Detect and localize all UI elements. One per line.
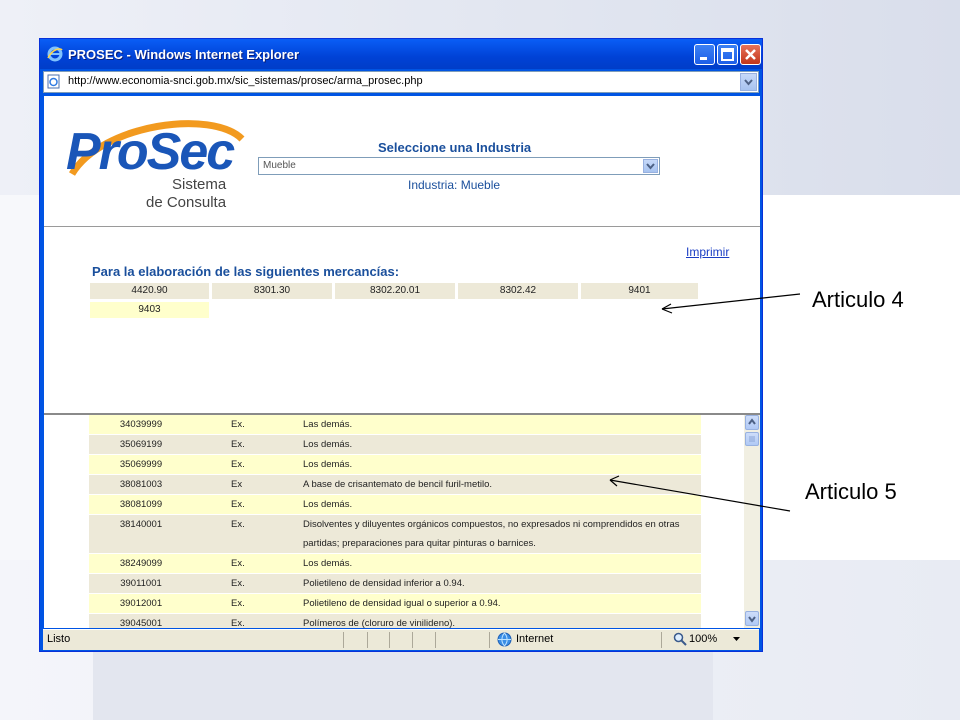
industry-select-value: Mueble <box>263 160 296 171</box>
close-button[interactable] <box>740 44 761 65</box>
title-bar[interactable]: PROSEC - Windows Internet Explorer <box>40 39 762 69</box>
row-code: 39011001 <box>120 578 162 589</box>
annotation-articulo-4: Articulo 4 <box>812 287 904 312</box>
row-code: 38140001 <box>119 519 163 530</box>
vertical-scrollbar[interactable] <box>744 415 760 628</box>
merchandise-code: 9403 <box>90 302 209 318</box>
address-bar[interactable]: http://www.economia-snci.gob.mx/sic_sist… <box>43 71 759 93</box>
row-ex: Ex. <box>231 439 245 450</box>
minimize-button[interactable] <box>694 44 715 65</box>
row-description: Disolventes y diluyentes orgánicos compu… <box>303 519 680 549</box>
row-ex: Ex. <box>231 558 245 569</box>
table-row: 39045001 Ex. Polímeros de (cloruro de vi… <box>89 614 701 628</box>
page-icon <box>47 74 61 89</box>
row-code: 34039999 <box>119 419 163 430</box>
table-row: 39011001 Ex. Polietileno de densidad inf… <box>89 574 701 593</box>
row-description: Los demás. <box>303 439 353 450</box>
row-ex: Ex. <box>231 419 245 430</box>
merchandise-code: 4420.90 <box>90 283 209 299</box>
internet-explorer-icon <box>47 46 63 62</box>
merchandise-heading: Para la elaboración de las siguientes me… <box>92 264 400 279</box>
table-row: 38081099 Ex. Los demás. <box>89 495 701 514</box>
table-row: 35069199 Ex. Los demás. <box>89 435 701 454</box>
row-code: 38249099 <box>119 558 163 569</box>
status-bar: Listo Internet 100% <box>43 629 759 650</box>
row-description: A base de crisantemato de bencil furil-m… <box>303 479 493 490</box>
globe-icon <box>497 632 512 647</box>
slide-background-left <box>0 195 39 560</box>
row-code: 39045001 <box>119 618 163 628</box>
scroll-thumb[interactable] <box>745 432 759 446</box>
annotation-articulo-5: Articulo 5 <box>805 479 897 504</box>
table-row: 39012001 Ex. Polietileno de densidad igu… <box>89 594 701 613</box>
industry-select-heading: Seleccione una Industria <box>378 140 532 155</box>
status-divider <box>489 632 490 648</box>
merchandise-code: 8302.42 <box>458 283 578 299</box>
industry-select[interactable]: Mueble <box>258 157 660 175</box>
row-ex: Ex <box>231 479 243 490</box>
table-row: 35069999 Ex. Los demás. <box>89 455 701 474</box>
chevron-down-icon[interactable] <box>643 159 658 173</box>
row-description: Polímeros de (cloruro de vinilideno). <box>303 618 456 628</box>
row-description: Los demás. <box>303 558 353 569</box>
logo-subtitle-2: de Consulta <box>146 194 227 211</box>
status-divider <box>343 632 344 648</box>
print-link[interactable]: Imprimir <box>686 245 729 259</box>
status-text: Listo <box>47 633 71 645</box>
table-row: 38140001 Ex. Disolventes y diluyentes or… <box>89 515 701 553</box>
status-divider <box>661 632 662 648</box>
zoom-level[interactable]: 100% <box>689 633 717 645</box>
zoom-icon <box>673 632 687 646</box>
merchandise-code: 9401 <box>581 283 698 299</box>
status-divider <box>435 632 436 648</box>
row-ex: Ex. <box>231 499 245 510</box>
merchandise-code: 8302.20.01 <box>335 283 455 299</box>
slide-decor-square <box>93 652 713 720</box>
address-url[interactable]: http://www.economia-snci.gob.mx/sic_sist… <box>68 75 423 87</box>
window-title: PROSEC - Windows Internet Explorer <box>68 47 300 62</box>
row-ex: Ex. <box>231 459 245 470</box>
prosec-logo: ProSec Sistema de Consulta <box>62 114 252 224</box>
row-description: Las demás. <box>303 419 353 430</box>
status-divider <box>367 632 368 648</box>
page-header: ProSec Sistema de Consulta Seleccione un… <box>44 96 760 227</box>
selected-industry-label: Industria: Mueble <box>408 178 501 192</box>
row-code: 38081003 <box>119 479 163 490</box>
slide-background-panel <box>764 195 960 560</box>
address-dropdown-button[interactable] <box>740 73 757 91</box>
row-ex: Ex. <box>231 578 245 589</box>
scroll-down-button[interactable] <box>745 611 759 626</box>
table-row: 38249099 Ex. Los demás. <box>89 554 701 573</box>
row-code: 35069199 <box>119 439 163 450</box>
fractions-table: 34039999 Ex. Las demás. 35069199 Ex. Los… <box>44 415 744 628</box>
row-ex: Ex. <box>231 519 245 530</box>
table-row: 34039999 Ex. Las demás. <box>89 415 701 434</box>
row-code: 35069999 <box>119 459 163 470</box>
row-code: 39012001 <box>119 598 163 609</box>
logo-subtitle-1: Sistema <box>172 176 227 193</box>
zone-text: Internet <box>516 633 554 645</box>
row-code: 38081099 <box>119 499 163 510</box>
row-description: Polietileno de densidad inferior a 0.94. <box>303 578 465 589</box>
row-description: Los demás. <box>303 459 353 470</box>
logo-text: ProSec <box>66 123 235 181</box>
row-ex: Ex. <box>231 618 245 628</box>
zoom-dropdown-icon[interactable] <box>733 637 740 642</box>
status-divider <box>412 632 413 648</box>
scroll-up-button[interactable] <box>745 415 759 430</box>
row-ex: Ex. <box>231 598 245 609</box>
table-row: 38081003 Ex A base de crisantemato de be… <box>89 475 701 494</box>
row-description: Polietileno de densidad igual o superior… <box>303 598 501 609</box>
status-divider <box>389 632 390 648</box>
merchandise-code: 8301.30 <box>212 283 332 299</box>
page-content: ProSec Sistema de Consulta Seleccione un… <box>44 96 760 628</box>
browser-window: PROSEC - Windows Internet Explorer http:… <box>39 38 763 652</box>
maximize-button[interactable] <box>717 44 738 65</box>
row-description: Los demás. <box>303 499 353 510</box>
